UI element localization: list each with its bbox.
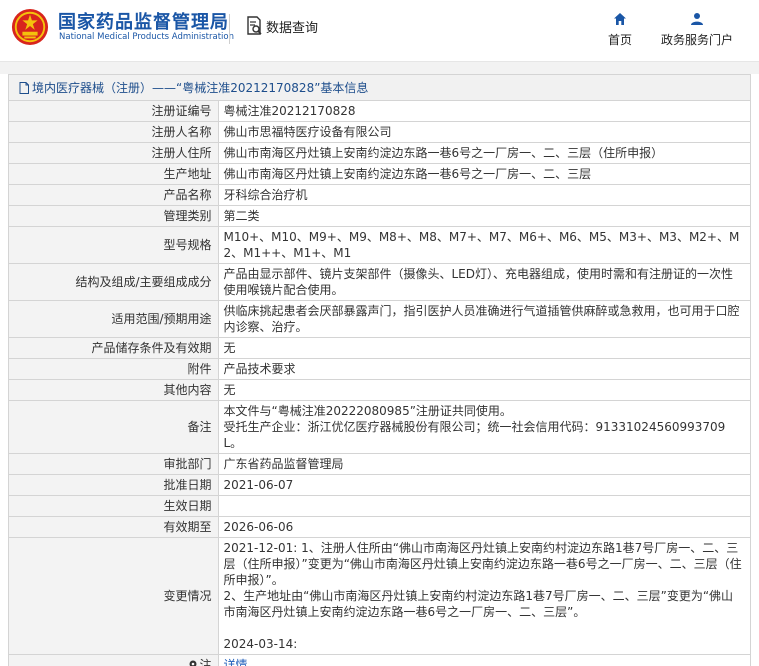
table-row: 注册证编号 粤械注准20212170828	[9, 101, 750, 122]
field-value: M10+、M10、M9+、M9、M8+、M8、M7+、M7、M6+、M6、M5、…	[217, 226, 750, 264]
field-label: 结构及组成/主要组成成分	[9, 263, 219, 301]
header-divider	[229, 14, 230, 44]
document-icon	[19, 81, 29, 94]
field-value: 2026-06-06	[217, 516, 750, 538]
field-label: 产品储存条件及有效期	[9, 337, 219, 359]
field-value: 2021-06-07	[217, 474, 750, 496]
field-label: 生效日期	[9, 495, 219, 517]
field-label: 附件	[9, 358, 219, 380]
remark-line-2: 受托生产企业：浙江优亿医疗器械股份有限公司；统一社会信用代码：913310245…	[223, 420, 726, 450]
table-row: 注册人名称 佛山市思福特医疗设备有限公司	[9, 121, 750, 143]
field-label: 适用范围/预期用途	[9, 300, 219, 338]
table-row: 结构及组成/主要组成成分 产品由显示部件、镜片支架部件（摄像头、LED灯）、充电器…	[9, 263, 750, 301]
field-value: 佛山市南海区丹灶镇上安南约淀边东路一巷6号之一厂房一、二、三层	[217, 163, 750, 185]
home-icon	[614, 13, 626, 25]
change-line-spacer	[224, 620, 743, 636]
remark-line-1: 本文件与“粤械注准20222080985”注册证共同使用。	[223, 404, 512, 418]
user-icon	[691, 13, 703, 25]
change-line-1: 2021-12-01: 1、注册人住所由“佛山市南海区丹灶镇上安南约村淀边东路1…	[223, 541, 742, 587]
table-row: 其他内容无	[9, 379, 750, 401]
nav-home-label: 首页	[607, 33, 632, 47]
table-row: 生产地址 佛山市南海区丹灶镇上安南约淀边东路一巷6号之一厂房一、二、三层	[9, 163, 750, 185]
pin-icon	[189, 660, 197, 666]
field-value: 详情	[217, 654, 750, 666]
data-query-label: 数据查询	[266, 20, 319, 36]
org-name-cn: 国家药品监督管理局	[58, 12, 229, 33]
panel-title: 境内医疗器械（注册）——“粤械注准20212170828”基本信息	[9, 75, 750, 101]
field-label: 有效期至	[9, 516, 219, 538]
table-row: 型号规格 M10+、M10、M9+、M9、M8+、M8、M7+、M7、M6+、M6…	[9, 226, 750, 264]
field-value: 2021-12-01: 1、注册人住所由“佛山市南海区丹灶镇上安南约村淀边东路1…	[217, 537, 750, 655]
detail-panel: 境内医疗器械（注册）——“粤械注准20212170828”基本信息 注册证编号粤…	[8, 74, 751, 666]
table-row: 有效期至 2026-06-06	[9, 516, 750, 538]
note-label: 注	[199, 658, 212, 666]
table-row: 审批部门 广东省药品监督管理局	[9, 453, 750, 475]
field-label: 注册证编号	[9, 101, 219, 122]
field-label: 变更情况	[9, 537, 219, 655]
nav-service-portal[interactable]: 政务服务门户	[657, 12, 737, 48]
change-line-2: 2、生产地址由“佛山市南海区丹灶镇上安南约村淀边东路1巷7号厂房一、二、三层”变…	[223, 589, 734, 619]
field-label: 其他内容	[9, 379, 219, 401]
field-value: 供临床挑起患者会厌部暴露声门，指引医护人员准确进行气道插管供麻醉或急救用，也可用…	[217, 300, 750, 338]
field-value: 佛山市南海区丹灶镇上安南约淀边东路一巷6号之一厂房一、二、三层（住所申报）	[217, 142, 750, 164]
table-row: 适用范围/预期用途 供临床挑起患者会厌部暴露声门，指引医护人员准确进行气道插管供麻…	[9, 300, 750, 338]
nav-home[interactable]: 首页	[580, 12, 660, 48]
table-row: 注册人住所 佛山市南海区丹灶镇上安南约淀边东路一巷6号之一厂房一、二、三层（住所申…	[9, 142, 750, 164]
table-row: 备注 本文件与“粤械注准20222080985”注册证共同使用。受托生产企业：浙江…	[9, 400, 750, 454]
field-label: 产品名称	[9, 184, 219, 206]
field-value: 第二类	[217, 205, 750, 227]
org-name-en: National Medical Products Administration	[59, 32, 234, 42]
field-value	[217, 495, 750, 517]
field-value: 无	[217, 337, 750, 359]
table-row: 产品储存条件及有效期无	[9, 337, 750, 359]
breadcrumb: 境内医疗器械（注册）——“粤械注准20212170828”基本信息	[32, 81, 369, 95]
field-label: 批准日期	[9, 474, 219, 496]
field-label: 型号规格	[9, 226, 219, 264]
table-row: 管理类别 第二类	[9, 205, 750, 227]
change-line-3: 2024-03-14:	[223, 637, 298, 651]
document-search-icon	[247, 16, 262, 35]
field-label: 注	[9, 654, 219, 666]
table-row: 生效日期	[9, 495, 750, 517]
table-row: 注 详情	[9, 654, 750, 666]
table-row: 批准日期 2021-06-07	[9, 474, 750, 496]
field-value: 产品由显示部件、镜片支架部件（摄像头、LED灯）、充电器组成，使用时需和有注册证…	[217, 263, 750, 301]
field-value: 广东省药品监督管理局	[217, 453, 750, 475]
field-label: 生产地址	[9, 163, 219, 185]
site-header: 国家药品监督管理局 National Medical Products Admi…	[0, 0, 759, 62]
detail-table: 注册证编号 粤械注准20212170828 注册人名称 佛山市思福特医疗设备有限公司…	[9, 101, 750, 666]
field-value: 佛山市思福特医疗设备有限公司	[217, 121, 750, 143]
field-label: 注册人住所	[9, 142, 219, 164]
details-link[interactable]: 详情	[224, 658, 248, 666]
field-value: 粤械注准20212170828	[217, 101, 750, 122]
table-row: 变更情况 2021-12-01: 1、注册人住所由“佛山市南海区丹灶镇上安南约村淀…	[9, 537, 750, 655]
field-value: 无	[217, 379, 750, 401]
nav-service-portal-label: 政务服务门户	[660, 33, 733, 47]
field-value: 产品技术要求	[217, 358, 750, 380]
field-label: 审批部门	[9, 453, 219, 475]
field-value: 牙科综合治疗机	[217, 184, 750, 206]
table-row: 附件 产品技术要求	[9, 358, 750, 380]
field-value: 本文件与“粤械注准20222080985”注册证共同使用。受托生产企业：浙江优亿…	[217, 400, 750, 454]
header-gap	[0, 62, 759, 74]
national-emblem-icon	[11, 8, 49, 46]
field-label: 管理类别	[9, 205, 219, 227]
data-query-title[interactable]: 数据查询	[246, 16, 318, 36]
field-label: 备注	[9, 400, 219, 454]
table-row: 产品名称 牙科综合治疗机	[9, 184, 750, 206]
field-label: 注册人名称	[9, 121, 219, 143]
